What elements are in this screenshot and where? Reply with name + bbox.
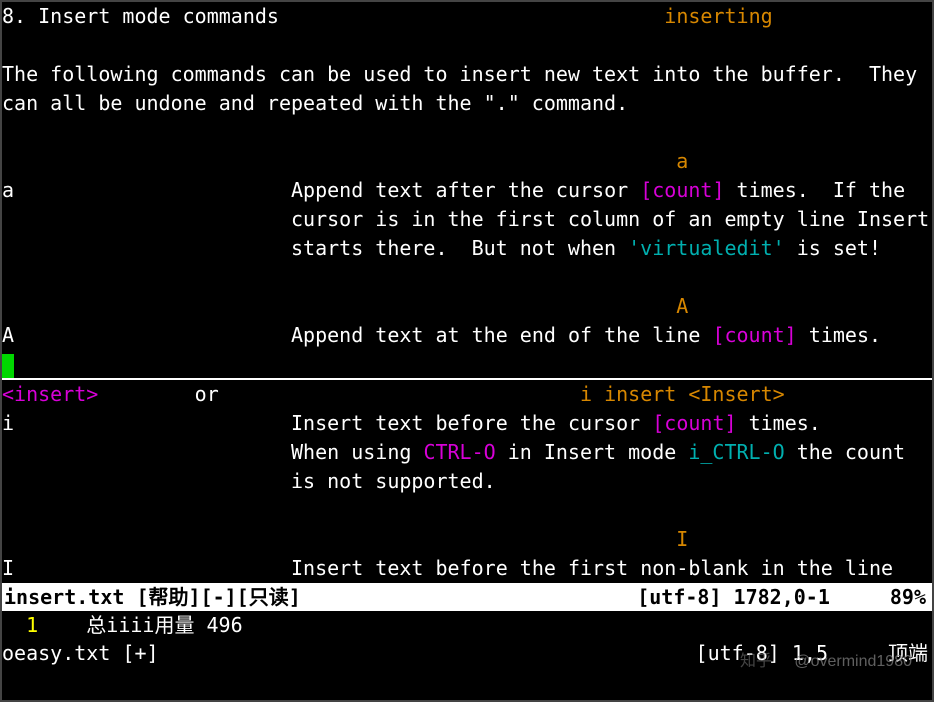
buffer-text: 总iiii用量 496 [50,613,242,637]
help-percent: 89% [890,583,930,611]
help-encoding: [utf-8] [637,585,721,609]
terminal-viewport[interactable]: 8. Insert mode commands inserting The fo… [2,2,932,700]
help-tag-inserting: inserting [664,4,772,28]
help-position: 1782,0-1 [734,585,830,609]
buffer-line: 1 总iiii用量 496 [2,611,932,639]
help-tag-upper-i: I [676,527,688,551]
count-ref: [count] [712,323,796,347]
cursor-line [2,350,932,379]
i-ctrl-o-ref: i_CTRL-O [688,440,784,464]
ctrl-o-ref: CTRL-O [423,440,495,464]
tag-line-upper-a: A [2,292,932,321]
buffer-statusline: oeasy.txt [+] [utf-8] 1,5 顶端 [2,639,932,667]
cmd-i-line-3: is not supported. [2,467,932,496]
cmd-key-upper-i: I [2,556,14,580]
count-ref: [count] [640,178,724,202]
cmd-key-a: a [2,178,14,202]
buffer-filename: oeasy.txt [2,641,110,665]
section-num: 8. [2,4,26,28]
watermark-user: @overmind1980 [794,647,912,676]
cmd-i-tags-line: <insert> or i insert <Insert> [2,380,932,409]
cursor-block [2,354,14,378]
or-text: or [195,382,219,406]
buffer-flags: [+] [110,641,158,665]
cmd-key-i: i [2,411,14,435]
intro-line-1: The following commands can be used to in… [2,60,932,89]
cmd-key-upper-a: A [2,323,14,347]
section-header: 8. Insert mode commands inserting [2,2,932,31]
cmd-i-line-2: When using CTRL-O in Insert mode i_CTRL-… [2,438,932,467]
cmd-upper-a-line-1: A Append text at the end of the line [co… [2,321,932,350]
blank-line [2,263,932,292]
help-statusline: insert.txt [帮助][-][只读] [utf-8] 1782,0-1 … [2,583,932,611]
cmd-a-line-1: a Append text after the cursor [count] t… [2,176,932,205]
help-tag-i-insert: i insert <Insert> [580,382,785,406]
blank-line [2,31,932,60]
cmd-i-line-1: i Insert text before the cursor [count] … [2,409,932,438]
blank-line [2,118,932,147]
count-ref: [count] [652,411,736,435]
cmd-a-line-2: cursor is in the first column of an empt… [2,205,932,234]
cmd-upper-i-line-1: I Insert text before the first non-blank… [2,554,932,583]
help-flags: [帮助][-][只读] [124,585,300,609]
help-tag-upper-a: A [676,294,688,318]
line-number: 1 [2,613,50,637]
cmd-a-line-3: starts there. But not when 'virtualedit'… [2,234,932,263]
tag-line-a: a [2,147,932,176]
help-filename: insert.txt [4,585,124,609]
section-title: Insert mode commands [38,4,279,28]
watermark-zhihu: 知乎 [740,647,772,676]
tag-line-upper-i: I [2,525,932,554]
insert-key-ref: <insert> [2,382,98,406]
option-virtualedit: 'virtualedit' [628,236,785,260]
help-window[interactable]: 8. Insert mode commands inserting The fo… [2,2,932,583]
intro-line-2: can all be undone and repeated with the … [2,89,932,118]
help-tag-a: a [676,149,688,173]
blank-line [2,496,932,525]
